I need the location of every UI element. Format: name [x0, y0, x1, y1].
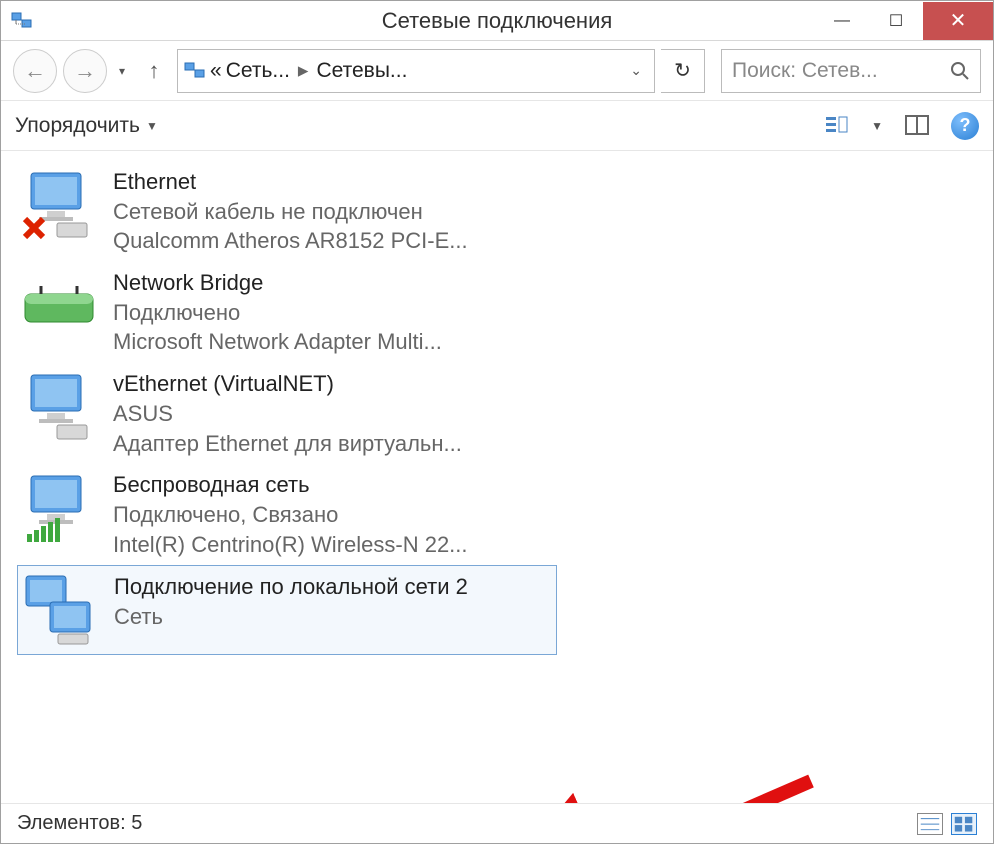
connection-name: Подключение по локальной сети 2 — [114, 572, 468, 602]
titlebar: Сетевые подключения — ☐ ✕ — [1, 1, 993, 41]
address-bar[interactable]: « Сеть... ▸ Сетевы... ⌄ — [177, 49, 655, 93]
organize-menu[interactable]: Упорядочить ▼ — [15, 114, 158, 138]
history-dropdown[interactable]: ▾ — [113, 49, 131, 93]
connection-icon — [21, 268, 97, 344]
connection-item[interactable]: Беспроводная сетьПодключено, СвязаноInte… — [17, 464, 557, 565]
items-label: Элементов: — [17, 812, 126, 835]
forward-button[interactable]: → — [63, 49, 107, 93]
connection-status: Сетевой кабель не подключен — [113, 197, 468, 227]
details-view-button[interactable] — [917, 813, 943, 835]
search-box[interactable]: Поиск: Сетев... — [721, 49, 981, 93]
address-dropdown-icon[interactable]: ⌄ — [624, 62, 648, 79]
connection-icon — [21, 470, 97, 546]
refresh-button[interactable]: ↻ — [661, 49, 705, 93]
connection-item[interactable]: Network BridgeПодключеноMicrosoft Networ… — [17, 262, 557, 363]
breadcrumb-sep-icon: ▸ — [294, 58, 313, 83]
connection-text: vEthernet (VirtualNET)ASUSАдаптер Ethern… — [113, 369, 462, 458]
location-icon — [184, 60, 206, 82]
connection-text: Беспроводная сетьПодключено, СвязаноInte… — [113, 470, 468, 559]
connection-description: Сеть — [114, 602, 468, 632]
up-button[interactable]: ↑ — [137, 49, 171, 93]
connection-name: Network Bridge — [113, 268, 442, 298]
icons-view-button[interactable] — [951, 813, 977, 835]
app-icon — [11, 10, 33, 32]
breadcrumb-prefix: « — [210, 59, 222, 83]
organize-label: Упорядочить — [15, 114, 140, 138]
connection-name: vEthernet (VirtualNET) — [113, 369, 462, 399]
preview-pane-button[interactable] — [903, 112, 931, 140]
items-count: 5 — [131, 812, 142, 835]
connection-status: ASUS — [113, 399, 462, 429]
connection-item[interactable]: EthernetСетевой кабель не подключенQualc… — [17, 161, 557, 262]
connection-description: Адаптер Ethernet для виртуальн... — [113, 429, 462, 459]
connection-status: Подключено — [113, 298, 442, 328]
maximize-button[interactable]: ☐ — [869, 2, 923, 40]
content-area: EthernetСетевой кабель не подключенQualc… — [1, 151, 993, 803]
connection-status: Подключено, Связано — [113, 500, 468, 530]
back-button[interactable]: ← — [13, 49, 57, 93]
connection-icon — [21, 369, 97, 445]
search-placeholder: Поиск: Сетев... — [732, 59, 944, 83]
connection-description: Microsoft Network Adapter Multi... — [113, 327, 442, 357]
breadcrumb-1[interactable]: Сеть... — [226, 59, 290, 83]
connection-icon — [22, 572, 98, 648]
search-icon — [950, 61, 970, 81]
close-button[interactable]: ✕ — [923, 2, 993, 40]
breadcrumb-2[interactable]: Сетевы... — [316, 59, 407, 83]
minimize-button[interactable]: — — [815, 2, 869, 40]
connection-name: Ethernet — [113, 167, 468, 197]
connection-text: Network BridgeПодключеноMicrosoft Networ… — [113, 268, 442, 357]
view-dropdown-icon[interactable]: ▼ — [871, 119, 883, 133]
help-button[interactable]: ? — [951, 112, 979, 140]
connection-text: EthernetСетевой кабель не подключенQualc… — [113, 167, 468, 256]
window: Сетевые подключения — ☐ ✕ ← → ▾ ↑ « Сеть… — [0, 0, 994, 844]
toolbar: Упорядочить ▼ ▼ ? — [1, 101, 993, 151]
view-options-button[interactable] — [823, 112, 851, 140]
status-bar: Элементов: 5 — [1, 803, 993, 843]
connection-text: Подключение по локальной сети 2Сеть — [114, 572, 468, 631]
connection-item[interactable]: vEthernet (VirtualNET)ASUSАдаптер Ethern… — [17, 363, 557, 464]
connection-description: Intel(R) Centrino(R) Wireless-N 22... — [113, 530, 468, 560]
connection-list: EthernetСетевой кабель не подключенQualc… — [17, 161, 977, 655]
navigation-bar: ← → ▾ ↑ « Сеть... ▸ Сетевы... ⌄ ↻ Поиск:… — [1, 41, 993, 101]
annotation-arrow — [561, 771, 821, 803]
connection-icon — [21, 167, 97, 243]
dropdown-icon: ▼ — [146, 119, 158, 133]
window-buttons: — ☐ ✕ — [815, 2, 993, 40]
connection-item[interactable]: Подключение по локальной сети 2Сеть — [17, 565, 557, 655]
connection-name: Беспроводная сеть — [113, 470, 468, 500]
connection-description: Qualcomm Atheros AR8152 PCI-E... — [113, 226, 468, 256]
